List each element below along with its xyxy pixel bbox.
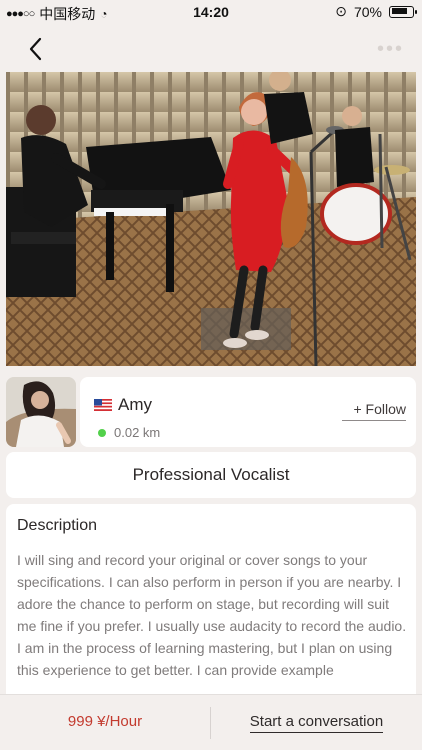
- hourly-price: 999 ¥/Hour: [67, 713, 143, 730]
- profile-card: Amy 0.02 km + Follow: [80, 377, 416, 447]
- battery-percent: 70%: [353, 3, 382, 20]
- hero-scene: [6, 72, 416, 366]
- lock-icon: ⊙: [335, 3, 347, 19]
- bottom-action-bar: 999 ¥/Hour Start a conversation: [0, 694, 422, 750]
- more-icon[interactable]: •••: [377, 38, 404, 61]
- follow-button[interactable]: + Follow: [342, 401, 406, 421]
- service-title-card: Professional Vocalist: [6, 452, 416, 498]
- profile-name: Amy: [118, 395, 152, 414]
- description-card: Description I will sing and record your …: [6, 504, 416, 694]
- distance-row: 0.02 km: [98, 425, 160, 440]
- status-bar: ●●●○○ 中国移动 ◔ 14:20 ⊙ 70%: [0, 0, 422, 24]
- top-navigation: •••: [0, 24, 422, 72]
- us-flag-icon: [94, 399, 112, 411]
- start-conversation-label: Start a conversation: [249, 713, 384, 733]
- description-text: I will sing and record your original or …: [17, 552, 407, 678]
- hero-photo: [6, 72, 416, 366]
- profile-avatar[interactable]: [6, 377, 76, 447]
- distance-label: 0.02 km: [114, 425, 161, 440]
- avatar-image: [6, 377, 76, 447]
- start-conversation-button[interactable]: Start a conversation: [211, 713, 422, 733]
- online-status-icon: [98, 428, 106, 437]
- description-title: Description: [17, 517, 98, 534]
- name-row: Amy: [94, 395, 152, 415]
- status-right: ⊙ 70%: [335, 3, 417, 20]
- battery-icon: [389, 5, 417, 18]
- back-icon[interactable]: [26, 37, 46, 61]
